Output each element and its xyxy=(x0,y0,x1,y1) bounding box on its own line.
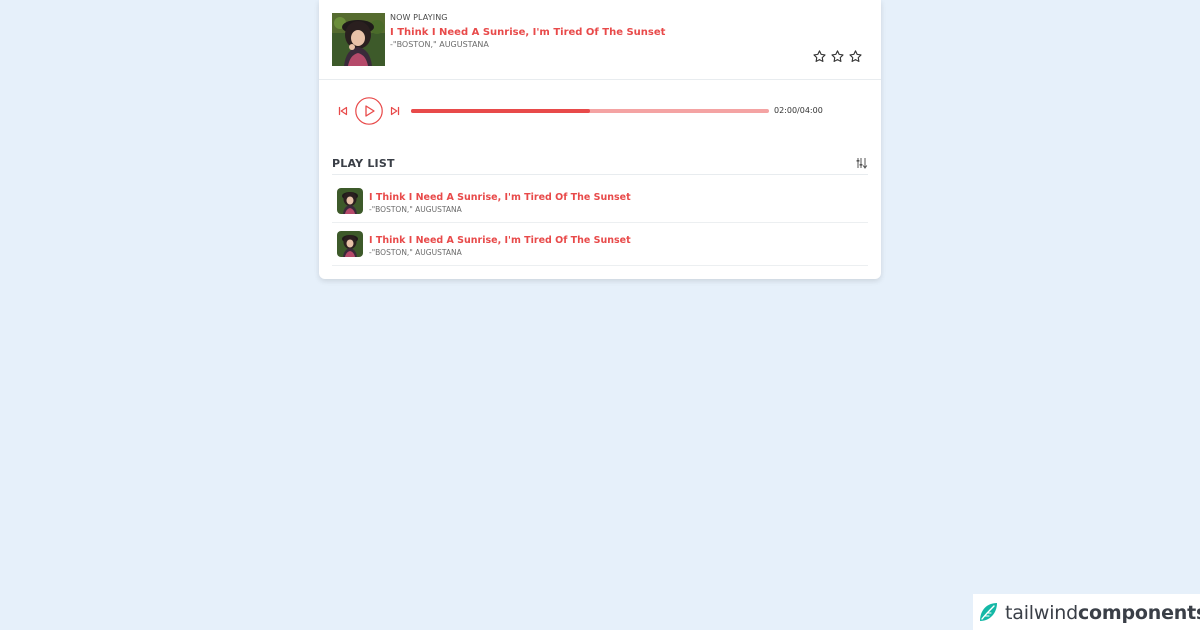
album-cover xyxy=(332,13,385,66)
brand-name: tailwindcomponents xyxy=(1005,602,1200,624)
now-playing-section: NOW PLAYING I Think I Need A Sunrise, I'… xyxy=(319,0,881,80)
music-player-card: NOW PLAYING I Think I Need A Sunrise, I'… xyxy=(319,0,881,279)
play-icon xyxy=(365,105,375,117)
now-playing-artist: -"BOSTON," AUGUSTANA xyxy=(390,40,489,49)
time-display: 02:00/04:00 xyxy=(774,106,823,115)
song-thumbnail xyxy=(337,231,363,257)
progress-bar[interactable] xyxy=(411,109,769,113)
leaf-logo-icon xyxy=(980,603,997,621)
brand-badge[interactable]: tailwindcomponents xyxy=(973,594,1200,630)
play-button[interactable] xyxy=(355,97,383,125)
skip-forward-icon[interactable] xyxy=(389,105,401,117)
song-artist: -"BOSTON," AUGUSTANA xyxy=(369,205,462,214)
progress-fill xyxy=(411,109,590,113)
star-icon[interactable] xyxy=(830,49,845,64)
playlist-item[interactable]: I Think I Need A Sunrise, I'm Tired Of T… xyxy=(332,180,868,223)
now-playing-label: NOW PLAYING xyxy=(390,13,448,22)
star-icon[interactable] xyxy=(812,49,827,64)
playlist-header: PLAY LIST xyxy=(332,155,868,175)
sliders-icon[interactable] xyxy=(856,157,868,169)
rating-stars xyxy=(812,49,863,64)
playlist-item[interactable]: I Think I Need A Sunrise, I'm Tired Of T… xyxy=(332,223,868,266)
song-thumbnail xyxy=(337,188,363,214)
now-playing-title: I Think I Need A Sunrise, I'm Tired Of T… xyxy=(390,27,666,38)
player-controls: 02:00/04:00 xyxy=(319,96,881,126)
song-title: I Think I Need A Sunrise, I'm Tired Of T… xyxy=(369,192,631,203)
playlist-title: PLAY LIST xyxy=(332,157,395,170)
song-artist: -"BOSTON," AUGUSTANA xyxy=(369,248,462,257)
brand-name-bold: components xyxy=(1077,602,1200,624)
song-title: I Think I Need A Sunrise, I'm Tired Of T… xyxy=(369,235,631,246)
star-icon[interactable] xyxy=(848,49,863,64)
playlist: I Think I Need A Sunrise, I'm Tired Of T… xyxy=(332,180,868,266)
skip-back-icon[interactable] xyxy=(337,105,349,117)
brand-name-light: tailwind xyxy=(1005,602,1078,624)
